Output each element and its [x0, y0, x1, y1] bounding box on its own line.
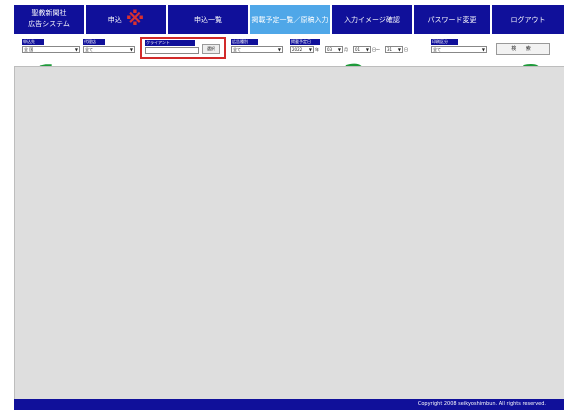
chevron-down-icon: ▼ — [365, 47, 369, 52]
nav-schedule-list[interactable]: 掲載予定一覧／原稿入力 — [250, 5, 330, 34]
year-value: 2022 — [292, 47, 303, 52]
day-to-value: 31 — [387, 47, 393, 52]
day-from-unit: 日～ — [372, 47, 380, 52]
chevron-down-icon: ▼ — [129, 47, 133, 52]
chevron-down-icon: ▼ — [277, 47, 281, 52]
day-from-select[interactable]: 01 ▼ — [353, 46, 371, 53]
month-select[interactable]: 03 ▼ — [325, 46, 343, 53]
brand-line-1: 聖教新聞社 — [31, 9, 67, 17]
destination-select[interactable]: 全 国 ▼ — [22, 46, 80, 53]
nav-schedule-list-label: 掲載予定一覧／原稿入力 — [251, 15, 329, 24]
ad-type-label: 広告種別 — [231, 39, 258, 45]
top-navigation: 聖教新聞社 広告システム 申込 ※ 申込一覧 掲載予定一覧／原稿入力 入力イメー… — [14, 0, 564, 34]
chevron-down-icon: ▼ — [397, 47, 401, 52]
nav-application-list-label: 申込一覧 — [194, 15, 222, 24]
ad-type-select[interactable]: 全て ▼ — [231, 46, 283, 53]
brand-logo: 聖教新聞社 広告システム — [14, 5, 84, 34]
agency-value: 全て — [85, 47, 93, 52]
filter-bar: 申込先 全 国 ▼ 代理店 全て ▼ クライアント 選択 広告種別 全て ▼ 掲… — [14, 34, 564, 66]
agency-select[interactable]: 全て ▼ — [83, 46, 135, 53]
nav-preview[interactable]: 入力イメージ確認 — [332, 5, 412, 34]
nav-application-list[interactable]: 申込一覧 — [168, 5, 248, 34]
agency-label: 代理店 — [83, 39, 105, 45]
date-label: 掲載予定日 — [290, 39, 320, 45]
chevron-down-icon: ▼ — [337, 47, 341, 52]
cross-mark-icon: ※ — [125, 8, 145, 30]
footer-copyright: Copyright 2008 seikyoshimbun. All rights… — [14, 399, 564, 410]
brand-line-2: 広告システム — [28, 20, 70, 28]
nav-apply[interactable]: 申込 ※ — [86, 5, 166, 34]
month-value: 03 — [327, 47, 333, 52]
nav-preview-label: 入力イメージ確認 — [344, 15, 400, 24]
client-select-button[interactable]: 選択 — [202, 44, 220, 54]
results-area — [14, 66, 564, 399]
nav-change-password-label: パスワード変更 — [427, 15, 477, 24]
year-unit: 年 — [315, 47, 319, 52]
print-type-label: 印刷区分 — [431, 39, 458, 45]
day-to-unit: 日 — [404, 47, 408, 52]
ad-type-value: 全て — [233, 47, 241, 52]
day-to-select[interactable]: 31 ▼ — [385, 46, 403, 53]
year-select[interactable]: 2022 ▼ — [290, 46, 314, 53]
client-label: クライアント — [145, 40, 195, 46]
print-type-value: 全て — [433, 47, 441, 52]
app-frame: 聖教新聞社 広告システム 申込 ※ 申込一覧 掲載予定一覧／原稿入力 入力イメー… — [0, 0, 564, 410]
search-button[interactable]: 検 索 — [496, 43, 550, 55]
client-input[interactable] — [145, 47, 199, 54]
nav-change-password[interactable]: パスワード変更 — [414, 5, 490, 34]
print-type-select[interactable]: 全て ▼ — [431, 46, 487, 53]
nav-apply-label: 申込 — [107, 15, 122, 24]
chevron-down-icon: ▼ — [74, 47, 78, 52]
destination-label: 申込先 — [22, 39, 44, 45]
nav-logout[interactable]: ログアウト — [492, 5, 564, 34]
chevron-down-icon: ▼ — [308, 47, 312, 52]
chevron-down-icon: ▼ — [481, 47, 485, 52]
day-from-value: 01 — [355, 47, 361, 52]
month-unit: 月 — [344, 47, 348, 52]
nav-logout-label: ログアウト — [510, 15, 546, 24]
destination-value: 全 国 — [24, 47, 34, 52]
